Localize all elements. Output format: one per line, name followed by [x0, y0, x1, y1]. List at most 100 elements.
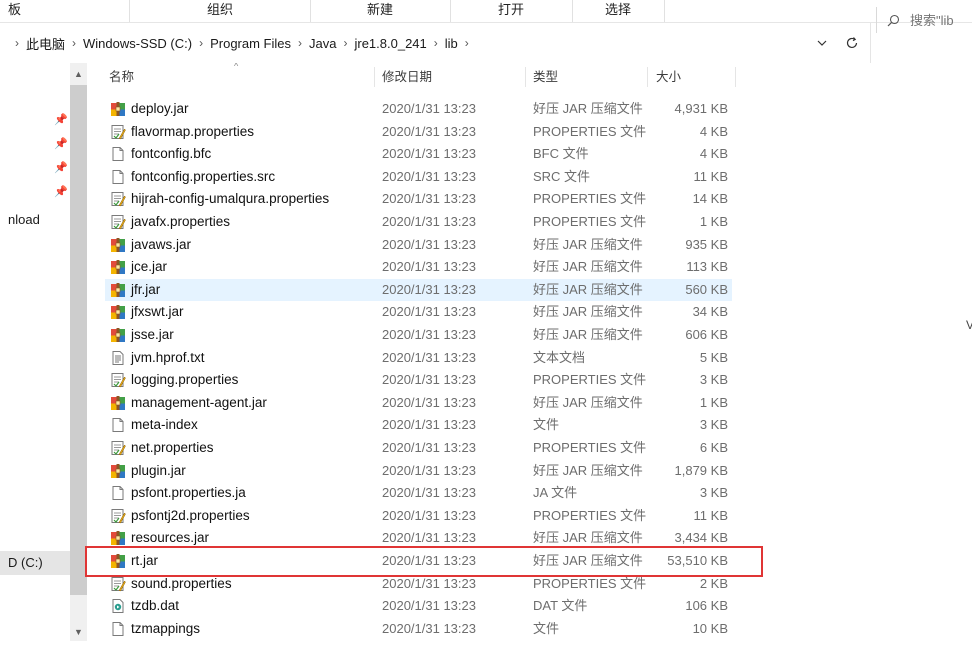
- ribbon-group-open: 打开: [450, 0, 573, 22]
- blank-file-icon: [110, 621, 126, 637]
- file-row[interactable]: meta-index 2020/1/31 13:23 文件 3 KB: [105, 414, 732, 437]
- nav-item-downloads[interactable]: nload: [0, 208, 70, 232]
- file-row[interactable]: javafx.properties 2020/1/31 13:23 PROPERTI…: [105, 211, 732, 234]
- column-header-name[interactable]: 名称: [109, 63, 134, 89]
- file-modified-date: 2020/1/31 13:23: [382, 507, 476, 523]
- file-type: DAT 文件: [533, 598, 588, 614]
- chevron-right-icon[interactable]: ›: [8, 36, 26, 50]
- file-row[interactable]: tzmappings 2020/1/31 13:23 文件 10 KB: [105, 618, 732, 641]
- scrollbar-thumb[interactable]: [70, 85, 87, 595]
- breadcrumb-java[interactable]: Java: [309, 36, 336, 51]
- pin-icon[interactable]: 📌: [54, 113, 68, 126]
- file-name: jvm.hprof.txt: [131, 349, 205, 365]
- column-header-size[interactable]: 大小: [656, 63, 681, 89]
- history-dropdown-button[interactable]: [810, 31, 834, 55]
- breadcrumb-this-pc[interactable]: 此电脑: [26, 34, 65, 53]
- file-row[interactable]: psfontj2d.properties 2020/1/31 13:23 PROPE…: [105, 505, 732, 528]
- file-size: 4 KB: [699, 123, 728, 139]
- properties-file-icon: [110, 214, 126, 230]
- refresh-button[interactable]: [840, 31, 864, 55]
- chevron-right-icon[interactable]: ›: [65, 36, 83, 50]
- column-divider[interactable]: [735, 67, 736, 87]
- file-row[interactable]: jce.jar 2020/1/31 13:23 好压 JAR 压缩文件 113 KB: [105, 256, 732, 279]
- blank-file-icon: [110, 169, 126, 185]
- file-row[interactable]: jvm.hprof.txt 2020/1/31 13:23 文本文档 5 KB: [105, 347, 732, 370]
- column-divider[interactable]: [647, 67, 648, 87]
- file-name: net.properties: [131, 440, 214, 455]
- pin-icon[interactable]: 📌: [54, 185, 68, 198]
- file-size: 34 KB: [692, 304, 728, 320]
- chevron-right-icon[interactable]: ›: [458, 36, 476, 50]
- chevron-right-icon[interactable]: ›: [192, 36, 210, 50]
- file-name: psfontj2d.properties: [131, 507, 250, 523]
- file-type: SRC 文件: [533, 168, 591, 184]
- breadcrumb-program-files[interactable]: Program Files: [210, 36, 291, 51]
- file-size: 935 KB: [685, 236, 728, 252]
- file-row[interactable]: jfxswt.jar 2020/1/31 13:23 好压 JAR 压缩文件 34 K…: [105, 301, 732, 324]
- properties-file-icon: [110, 372, 126, 388]
- column-header-date[interactable]: 修改日期: [382, 63, 432, 89]
- file-row[interactable]: psfont.properties.ja 2020/1/31 13:23 JA 文件…: [105, 482, 732, 505]
- properties-file-icon: [110, 508, 126, 524]
- file-row[interactable]: fontconfig.properties.src 2020/1/31 13:23…: [105, 166, 732, 189]
- file-row[interactable]: logging.properties 2020/1/31 13:23 PROPERT…: [105, 369, 732, 392]
- file-type: 文件: [533, 417, 560, 433]
- chevron-right-icon[interactable]: ›: [291, 36, 309, 50]
- ribbon-group-clipboard: 板: [0, 0, 130, 22]
- blank-file-icon: [110, 146, 126, 162]
- right-edge-char: V: [966, 318, 972, 332]
- chevron-right-icon[interactable]: ›: [427, 36, 445, 50]
- jar-archive-icon: [110, 282, 126, 298]
- column-header-type[interactable]: 类型: [533, 63, 558, 89]
- file-name: psfont.properties.ja: [131, 485, 246, 501]
- file-row[interactable]: management-agent.jar 2020/1/31 13:23 好压 JA…: [105, 392, 732, 415]
- jar-archive-icon: [110, 327, 126, 343]
- file-modified-date: 2020/1/31 13:23: [382, 327, 476, 342]
- file-row[interactable]: javaws.jar 2020/1/31 13:23 好压 JAR 压缩文件 935 …: [105, 234, 732, 257]
- search-box[interactable]: [876, 7, 972, 33]
- jar-archive-icon: [110, 259, 126, 275]
- file-name: javaws.jar: [131, 236, 192, 252]
- file-name: plugin.jar: [131, 462, 186, 478]
- jar-archive-icon: [110, 530, 126, 546]
- file-row[interactable]: flavormap.properties 2020/1/31 13:23 PROPE…: [105, 121, 732, 144]
- file-modified-date: 2020/1/31 13:23: [382, 598, 476, 614]
- sort-up-icon: ^: [234, 63, 239, 71]
- breadcrumb-lib[interactable]: lib: [445, 36, 458, 51]
- scroll-down-arrow-icon[interactable]: ▼: [70, 623, 87, 641]
- file-type: 文件: [533, 620, 560, 636]
- file-name: meta-index: [131, 417, 198, 433]
- file-size: 4 KB: [699, 146, 728, 162]
- breadcrumb-jre[interactable]: jre1.8.0_241: [354, 36, 426, 51]
- file-row[interactable]: jsse.jar 2020/1/31 13:23 好压 JAR 压缩文件 606 KB: [105, 324, 732, 347]
- properties-file-icon: [110, 440, 126, 456]
- chevron-right-icon[interactable]: ›: [336, 36, 354, 50]
- file-row[interactable]: fontconfig.bfc 2020/1/31 13:23 BFC 文件 4 KB: [105, 143, 732, 166]
- file-size: 3 KB: [699, 485, 728, 501]
- file-row[interactable]: tzdb.dat 2020/1/31 13:23 DAT 文件 106 KB: [105, 595, 732, 618]
- file-row[interactable]: plugin.jar 2020/1/31 13:23 好压 JAR 压缩文件 1,87…: [105, 460, 732, 483]
- file-modified-date: 2020/1/31 13:23: [382, 123, 476, 139]
- file-size: 106 KB: [685, 598, 728, 614]
- file-row[interactable]: net.properties 2020/1/31 13:23 PROPERTIES …: [105, 437, 732, 460]
- file-modified-date: 2020/1/31 13:23: [382, 440, 476, 455]
- pin-icon[interactable]: 📌: [54, 137, 68, 150]
- file-name: jce.jar: [131, 259, 168, 275]
- file-size: 113 KB: [686, 259, 728, 275]
- scroll-up-arrow-icon[interactable]: ▲: [70, 65, 87, 83]
- file-modified-date: 2020/1/31 13:23: [382, 101, 476, 116]
- file-row[interactable]: deploy.jar 2020/1/31 13:23 好压 JAR 压缩文件 4,93…: [105, 98, 732, 121]
- breadcrumb[interactable]: › 此电脑 › Windows-SSD (C:) › Program Files…: [8, 30, 808, 56]
- file-row[interactable]: jfr.jar 2020/1/31 13:23 好压 JAR 压缩文件 560 KB: [105, 278, 732, 302]
- blank-file-icon: [110, 417, 126, 433]
- jar-archive-icon: [110, 101, 126, 117]
- column-divider[interactable]: [374, 67, 375, 87]
- nav-item-drive-c[interactable]: D (C:): [0, 551, 70, 575]
- search-input[interactable]: [908, 11, 972, 29]
- file-name: flavormap.properties: [131, 123, 255, 139]
- column-divider[interactable]: [525, 67, 526, 87]
- file-size: 1 KB: [699, 214, 728, 229]
- breadcrumb-drive[interactable]: Windows-SSD (C:): [83, 36, 192, 51]
- pin-icon[interactable]: 📌: [54, 161, 68, 174]
- file-row[interactable]: hijrah-config-umalqura.properties 2020/1/…: [105, 188, 732, 211]
